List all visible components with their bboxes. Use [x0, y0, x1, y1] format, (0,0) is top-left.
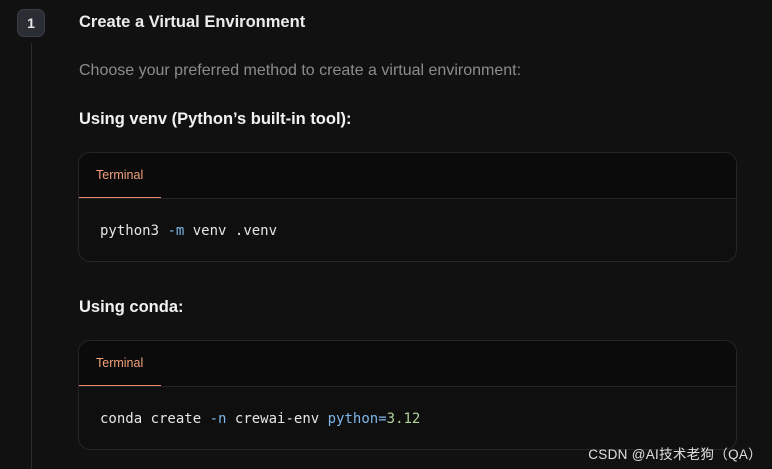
- code-block-header: Terminal: [79, 341, 736, 387]
- code-command: python3: [100, 223, 160, 239]
- code-number: 3.12: [386, 411, 421, 427]
- step-title: Create a Virtual Environment: [79, 13, 306, 31]
- step-number-badge: 1: [17, 9, 45, 37]
- code-operator: =: [378, 411, 387, 427]
- code-builtin: python: [327, 411, 379, 427]
- code-line[interactable]: conda create -n crewai-env python=3.12: [79, 387, 736, 427]
- docs-page: 1 Create a Virtual Environment Choose yo…: [0, 0, 772, 469]
- step-description: Choose your preferred method to create a…: [79, 62, 522, 79]
- code-command: conda create: [100, 411, 202, 427]
- terminal-tab[interactable]: Terminal: [79, 153, 161, 198]
- watermark: CSDN @AI技术老狗（QA）: [588, 447, 762, 462]
- code-args: venv .venv: [192, 223, 278, 239]
- code-block-header: Terminal: [79, 153, 736, 199]
- code-flag: -m: [167, 223, 185, 239]
- code-flag: -n: [209, 411, 227, 427]
- conda-heading: Using conda:: [79, 298, 184, 316]
- venv-heading: Using venv (Python’s built-in tool):: [79, 110, 352, 128]
- terminal-tab[interactable]: Terminal: [79, 341, 161, 386]
- code-arg: crewai-env: [234, 411, 320, 427]
- conda-code-block: Terminal conda create -n crewai-env pyth…: [78, 340, 737, 450]
- code-line[interactable]: python3 -m venv .venv: [79, 199, 736, 239]
- step-connector-line: [31, 43, 32, 469]
- venv-code-block: Terminal python3 -m venv .venv: [78, 152, 737, 262]
